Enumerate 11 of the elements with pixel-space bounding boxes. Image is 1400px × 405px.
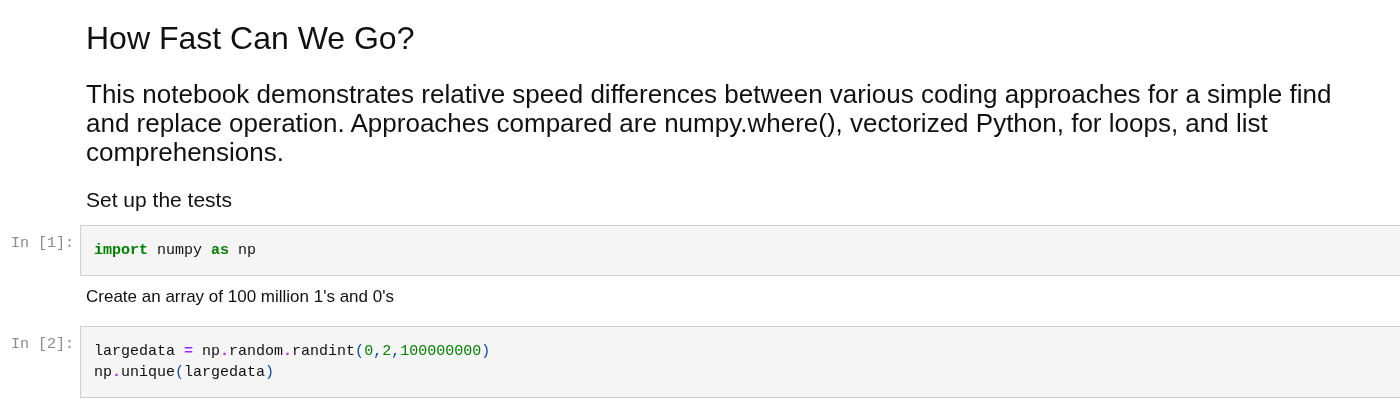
description-heading: This notebook demonstrates relative speed differences between various coding approaches for a simple find and replace operation. Approaches compared are numpy.where(), vectorized Python, for loops, and list comprehensions.	[86, 80, 1333, 167]
markdown-text: Create an array of 100 million 1's and 0's	[86, 286, 395, 308]
code-line: import numpy as np	[94, 241, 257, 261]
code-line: largedata = np.random.randint(0,2,100000000)	[94, 342, 491, 362]
code-line: np.unique(largedata)	[94, 363, 275, 383]
section-heading: Set up the tests	[86, 187, 233, 213]
input-prompt: In [1]:	[10, 234, 75, 252]
notebook-title: How Fast Can We Go?	[86, 19, 416, 58]
code-cell[interactable]: import numpy as np	[80, 225, 1400, 276]
code-cell[interactable]: largedata = np.random.randint(0,2,100000000) np.unique(largedata)	[80, 326, 1400, 398]
input-prompt: In [2]:	[10, 335, 75, 353]
